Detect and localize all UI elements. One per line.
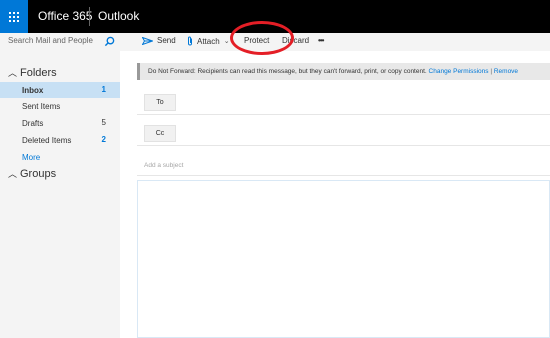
sidebar-item-label: Deleted Items [22, 135, 72, 145]
subject-field[interactable]: Add a subject [137, 154, 550, 176]
item-count: 5 [101, 118, 106, 127]
waffle-icon [9, 11, 19, 22]
app-launcher-button[interactable] [0, 0, 28, 33]
compose-toolbar: Send Attach ⌄ Protect Discard ••• [120, 33, 550, 51]
unread-count: 2 [101, 135, 106, 144]
send-icon [142, 36, 153, 45]
top-bar: Office 365 Outlook [0, 0, 550, 33]
sidebar-more-link[interactable]: More [0, 149, 120, 165]
unread-count: 1 [101, 85, 106, 94]
subject-input[interactable]: Add a subject [144, 162, 183, 169]
sidebar: Search Mail and People ︿ Folders Inbox 1… [0, 33, 120, 338]
sidebar-item-drafts[interactable]: Drafts 5 [0, 115, 120, 131]
attach-button[interactable]: Attach ⌄ [187, 36, 230, 46]
message-body[interactable] [137, 180, 550, 338]
to-button[interactable]: To [144, 94, 176, 111]
sidebar-item-deleted-items[interactable]: Deleted Items 2 [0, 132, 120, 148]
notice-text: Do Not Forward: Recipients can read this… [148, 68, 427, 75]
permission-notice: Do Not Forward: Recipients can read this… [137, 63, 550, 80]
groups-label: Groups [20, 167, 57, 180]
groups-header[interactable]: ︿ Groups [8, 167, 56, 180]
brand-name[interactable]: Office 365 [38, 9, 92, 23]
chevron-down-icon: ⌄ [223, 38, 230, 45]
chevron-up-icon: ︿ [8, 169, 18, 179]
more-label: More [22, 152, 41, 162]
protect-button[interactable]: Protect [244, 36, 269, 45]
chevron-up-icon: ︿ [8, 68, 18, 78]
paperclip-icon [188, 36, 192, 46]
change-permissions-link[interactable]: Change Permissions [429, 68, 489, 75]
sidebar-item-label: Drafts [22, 118, 44, 128]
app-name[interactable]: Outlook [98, 9, 139, 23]
folders-header[interactable]: ︿ Folders [8, 66, 57, 79]
send-button[interactable]: Send [142, 36, 176, 45]
discard-button[interactable]: Discard [282, 36, 309, 45]
topbar-divider [89, 7, 90, 26]
folders-label: Folders [20, 66, 57, 79]
cc-row[interactable]: Cc [137, 122, 550, 146]
sidebar-item-label: Sent Items [22, 101, 61, 111]
search-icon[interactable] [104, 36, 115, 47]
search-box[interactable]: Search Mail and People [0, 33, 120, 51]
to-row[interactable]: To [137, 91, 550, 115]
more-options-button[interactable]: ••• [318, 36, 324, 45]
search-input[interactable]: Search Mail and People [8, 36, 93, 45]
sidebar-item-inbox[interactable]: Inbox 1 [0, 82, 120, 98]
sidebar-item-sent-items[interactable]: Sent Items [0, 98, 120, 114]
notice-separator: | [490, 68, 493, 75]
sidebar-item-label: Inbox [22, 85, 44, 95]
more-icon: ••• [318, 36, 324, 45]
remove-link[interactable]: Remove [494, 68, 518, 75]
cc-button[interactable]: Cc [144, 125, 176, 142]
